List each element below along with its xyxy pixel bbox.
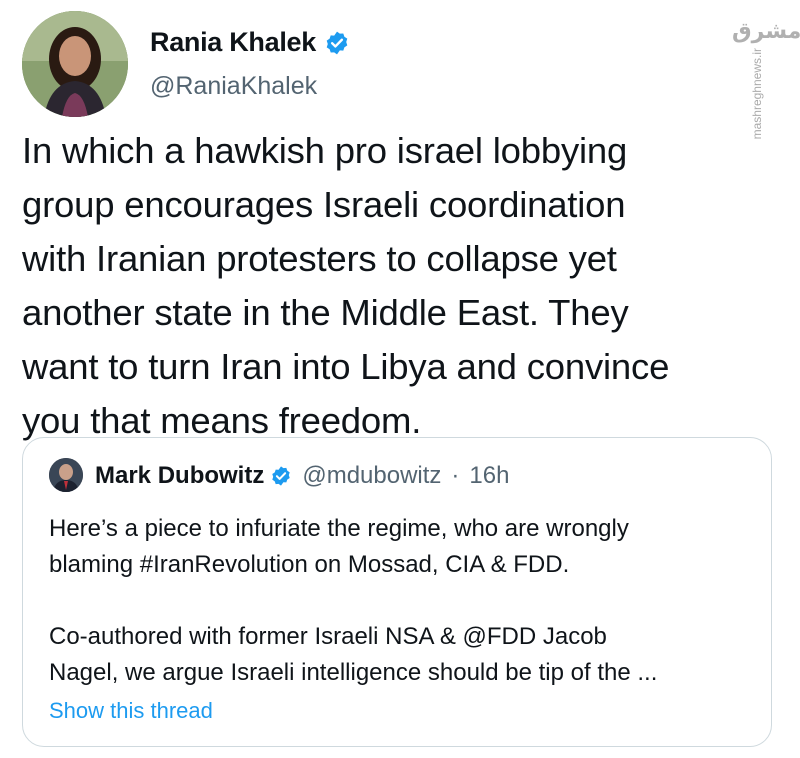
author-handle[interactable]: @RaniaKhalek	[150, 72, 317, 101]
quoted-author-handle[interactable]: @mdubowitz	[302, 462, 441, 490]
meta-separator: ·	[451, 462, 460, 489]
quoted-tweet-text: Here’s a piece to infuriate the regime, …	[49, 515, 658, 686]
watermark: مشرق mashreghnews.ir	[732, 18, 800, 139]
author-avatar[interactable]	[22, 11, 128, 117]
author-name-row: Rania Khalek	[150, 27, 350, 58]
quoted-author-avatar[interactable]	[49, 458, 83, 492]
tweet-card: Rania Khalek @RaniaKhalek مشرق mashreghn…	[0, 0, 800, 758]
verified-badge-icon	[270, 465, 292, 487]
quoted-author-name[interactable]: Mark Dubowitz	[95, 462, 264, 490]
quoted-tweet[interactable]: Mark Dubowitz @mdubowitz · 16h Here’s a …	[22, 437, 772, 747]
watermark-logo: مشرق	[732, 18, 800, 43]
verified-badge-icon	[324, 30, 350, 56]
show-thread-link[interactable]: Show this thread	[49, 698, 213, 724]
quoted-header: Mark Dubowitz @mdubowitz · 16h	[95, 462, 509, 490]
author-name[interactable]: Rania Khalek	[150, 27, 316, 58]
tweet-text: In which a hawkish pro israel lobbying g…	[22, 130, 670, 441]
quoted-timestamp[interactable]: 16h	[469, 462, 509, 490]
